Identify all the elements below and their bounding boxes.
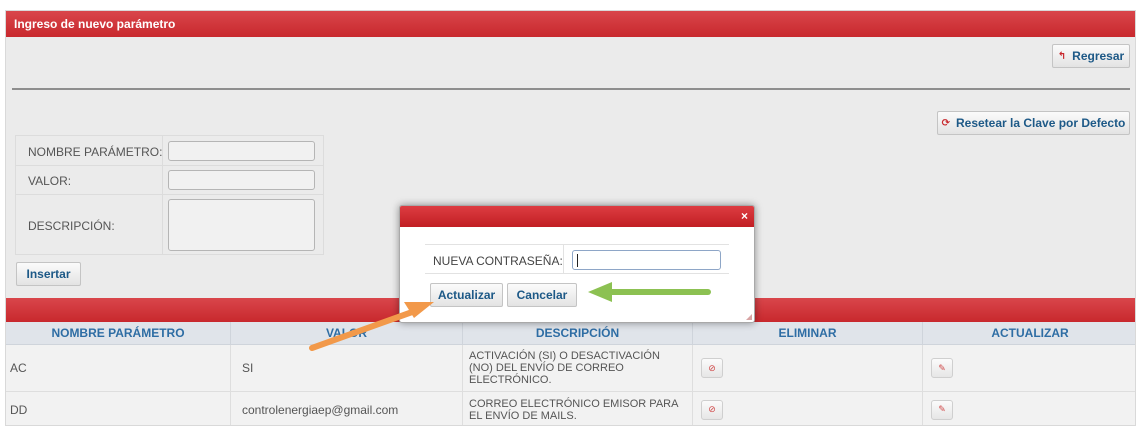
panel-header: Ingreso de nuevo parámetro: [6, 11, 1135, 37]
col-header-delete: ELIMINAR: [693, 322, 923, 345]
cell-delete: ⊘: [693, 345, 923, 391]
table-row: DD controlenergiaep@gmail.com CORREO ELE…: [6, 392, 1135, 425]
edit-button[interactable]: ✎: [931, 399, 953, 420]
back-button-label: Regresar: [1072, 49, 1125, 63]
new-password-input[interactable]: [572, 250, 721, 270]
description-textarea[interactable]: [168, 199, 315, 251]
refresh-icon: ⟳: [941, 117, 950, 129]
edit-icon: ✎: [938, 362, 946, 373]
cancel-button[interactable]: Cancelar: [507, 283, 577, 307]
edit-icon: ✎: [938, 404, 946, 414]
dialog-titlebar: ×: [400, 206, 754, 227]
delete-button[interactable]: ⊘: [701, 358, 723, 378]
delete-icon: ⊘: [708, 362, 716, 373]
reset-button-label: Resetear la Clave por Defecto: [955, 116, 1126, 130]
undo-arrow-icon: ↰: [1057, 50, 1067, 62]
name-label: NOMBRE PARÁMETRO:: [28, 145, 163, 159]
cell-name: AC: [6, 345, 231, 391]
description-label: DESCRIPCIÓN:: [28, 219, 115, 233]
cell-update: ✎: [923, 345, 1135, 391]
form-row-value: VALOR:: [16, 166, 323, 195]
edit-button[interactable]: ✎: [931, 358, 953, 378]
cell-description: ACTIVACIÓN (SI) O DESACTIVACIÓN (NO) DEL…: [463, 345, 693, 391]
delete-icon: ⊘: [708, 404, 716, 414]
back-button[interactable]: ↰ Regresar: [1052, 44, 1130, 68]
cancel-button-label: Cancelar: [516, 288, 568, 302]
cell-value: controlenergiaep@gmail.com: [231, 392, 463, 425]
update-button[interactable]: Actualizar: [430, 283, 503, 307]
resize-handle[interactable]: [746, 314, 752, 320]
col-header-update: ACTUALIZAR: [991, 326, 1069, 340]
table-header: NOMBRE PARÁMETRO VALOR DESCRIPCIÓN ELIMI…: [6, 322, 1135, 345]
value-input[interactable]: [168, 170, 315, 190]
cell-value: SI: [231, 345, 463, 391]
cell-name: DD: [6, 392, 231, 425]
form-row-name: NOMBRE PARÁMETRO:: [16, 136, 323, 166]
cell-update: ✎: [923, 392, 1135, 425]
parameter-form: NOMBRE PARÁMETRO: VALOR: DESCRIPCIÓN:: [15, 135, 324, 255]
cell-description: CORREO ELECTRÓNICO EMISOR PARA EL ENVÍO …: [463, 392, 693, 425]
insert-button-label: Insertar: [26, 267, 71, 281]
delete-button[interactable]: ⊘: [701, 399, 723, 420]
form-row-description: DESCRIPCIÓN:: [16, 195, 323, 256]
insert-button[interactable]: Insertar: [16, 262, 81, 286]
col-header-value: VALOR: [231, 322, 463, 345]
panel-title: Ingreso de nuevo parámetro: [14, 17, 176, 31]
update-button-label: Actualizar: [437, 288, 496, 302]
close-icon[interactable]: ×: [741, 209, 748, 223]
col-header-name: NOMBRE PARÁMETRO: [6, 322, 231, 345]
value-label: VALOR:: [28, 174, 72, 188]
new-password-label: NUEVA CONTRASEÑA:: [433, 254, 563, 268]
col-header-description: DESCRIPCIÓN: [463, 322, 693, 345]
table-row: AC SI ACTIVACIÓN (SI) O DESACTIVACIÓN (N…: [6, 345, 1135, 392]
change-password-dialog: × NUEVA CONTRASEÑA: Actualizar Cancelar: [399, 205, 755, 323]
divider-line: [12, 88, 1130, 90]
name-input[interactable]: [168, 141, 315, 161]
reset-password-button[interactable]: ⟳ Resetear la Clave por Defecto: [937, 111, 1130, 135]
text-caret: [577, 254, 578, 267]
cell-delete: ⊘: [693, 392, 923, 425]
password-row: NUEVA CONTRASEÑA:: [425, 244, 729, 274]
